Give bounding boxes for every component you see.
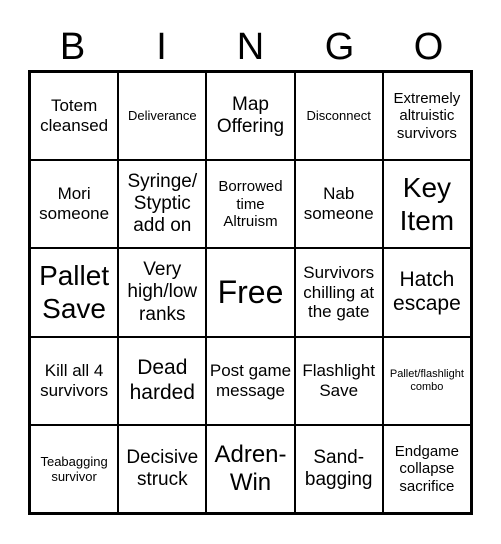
- bingo-cell[interactable]: Teabagging survivor: [30, 424, 119, 513]
- bingo-cell[interactable]: Post game message: [206, 336, 295, 425]
- header-letter-o: O: [413, 26, 444, 68]
- bingo-cell[interactable]: Extremely altruistic survivors: [382, 72, 471, 161]
- bingo-cell[interactable]: Survivors chilling at the gate: [294, 248, 383, 337]
- bingo-header: B I N G O: [28, 24, 473, 70]
- bingo-grid: Totem cleansed Deliverance Map Offering …: [28, 70, 473, 515]
- bingo-cell[interactable]: Map Offering: [206, 72, 295, 161]
- bingo-cell[interactable]: Borrowed time Altruism: [206, 160, 295, 249]
- bingo-cell[interactable]: Pallet Save: [30, 248, 119, 337]
- bingo-cell[interactable]: Decisive struck: [118, 424, 207, 513]
- header-letter-i: I: [156, 26, 167, 68]
- bingo-cell[interactable]: Totem cleansed: [30, 72, 119, 161]
- bingo-cell[interactable]: Adren-Win: [206, 424, 295, 513]
- bingo-cell[interactable]: Disconnect: [294, 72, 383, 161]
- bingo-cell[interactable]: Endgame collapse sacrifice: [382, 424, 471, 513]
- free-space-cell[interactable]: Free: [206, 248, 295, 337]
- bingo-cell[interactable]: Mori someone: [30, 160, 119, 249]
- bingo-cell[interactable]: Kill all 4 survivors: [30, 336, 119, 425]
- header-letter-g: G: [324, 26, 355, 68]
- bingo-cell[interactable]: Flashlight Save: [294, 336, 383, 425]
- bingo-cell[interactable]: Very high/low ranks: [118, 248, 207, 337]
- bingo-cell[interactable]: Hatch escape: [382, 248, 471, 337]
- header-letter-b: B: [59, 26, 86, 68]
- bingo-cell[interactable]: Deliverance: [118, 72, 207, 161]
- bingo-cell[interactable]: Dead harded: [118, 336, 207, 425]
- bingo-cell[interactable]: Pallet/flashlight combo: [382, 336, 471, 425]
- bingo-cell[interactable]: Sand-bagging: [294, 424, 383, 513]
- header-letter-n: N: [236, 26, 265, 68]
- bingo-cell[interactable]: Key Item: [382, 160, 471, 249]
- bingo-cell[interactable]: Syringe/ Styptic add on: [118, 160, 207, 249]
- bingo-cell[interactable]: Nab someone: [294, 160, 383, 249]
